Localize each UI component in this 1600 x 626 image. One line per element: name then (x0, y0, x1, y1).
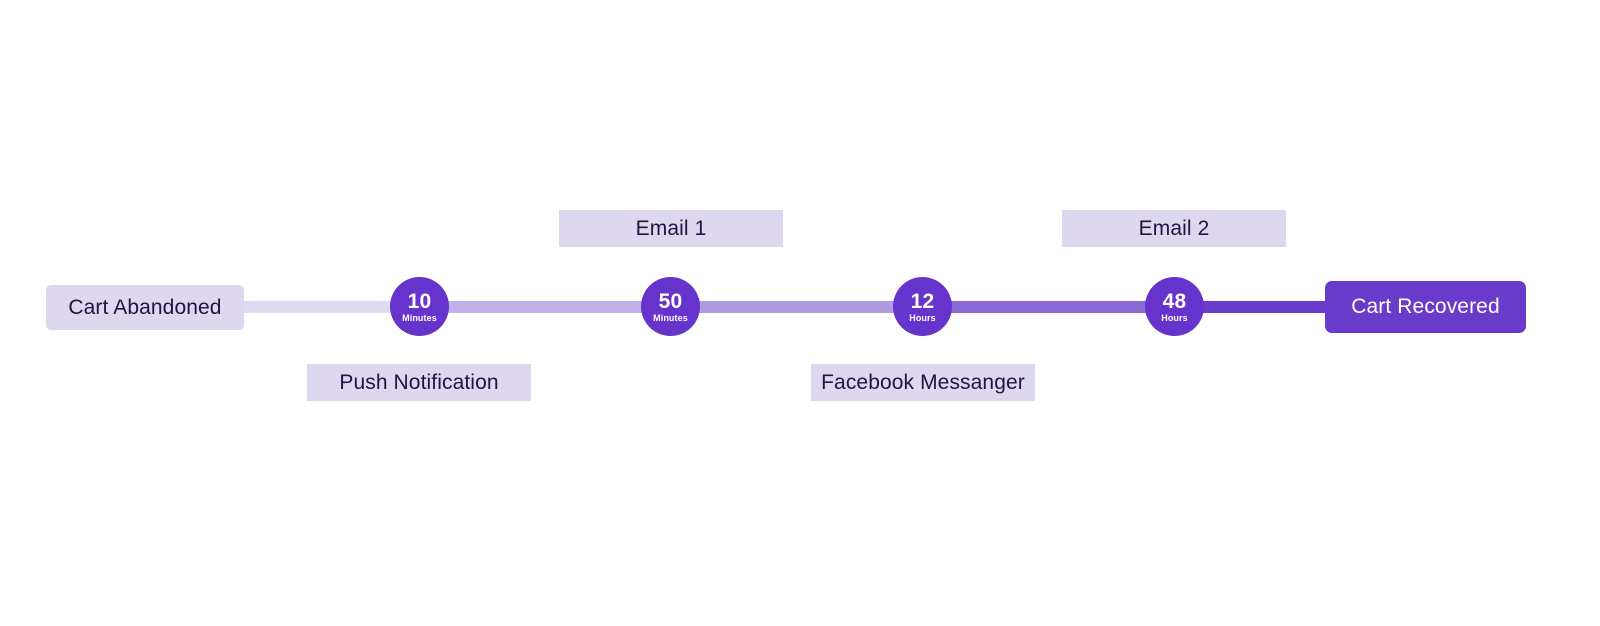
track-segment-1 (244, 301, 406, 313)
track-segment-3 (684, 301, 910, 313)
cart-abandoned-box[interactable]: Cart Abandoned (46, 285, 244, 330)
step-node-1-unit: Minutes (402, 312, 437, 323)
channel-chip-email-2-label: Email 2 (1138, 216, 1210, 240)
cart-recovery-timeline-diagram: Cart Abandoned 10 Minutes 50 Minutes 12 … (0, 0, 1600, 626)
cart-abandoned-label: Cart Abandoned (68, 295, 222, 319)
track-segment-2 (432, 301, 658, 313)
step-node-1[interactable]: 10 Minutes (390, 277, 449, 336)
channel-chip-push-notification[interactable]: Push Notification (307, 364, 531, 401)
channel-chip-email-2[interactable]: Email 2 (1062, 210, 1286, 247)
step-node-2-value: 50 (658, 289, 683, 313)
step-node-3-value: 12 (910, 289, 935, 313)
track-segment-4 (936, 301, 1162, 313)
channel-chip-facebook-messanger-label: Facebook Messanger (821, 370, 1025, 394)
step-node-4-value: 48 (1162, 289, 1187, 313)
channel-chip-email-1-label: Email 1 (635, 216, 707, 240)
step-node-3-unit: Hours (909, 312, 936, 323)
step-node-1-value: 10 (407, 289, 432, 313)
step-node-4-unit: Hours (1161, 312, 1188, 323)
step-node-4[interactable]: 48 Hours (1145, 277, 1204, 336)
channel-chip-facebook-messanger[interactable]: Facebook Messanger (811, 364, 1035, 401)
channel-chip-push-notification-label: Push Notification (339, 370, 499, 394)
cart-recovered-box[interactable]: Cart Recovered (1325, 281, 1526, 333)
cart-recovered-label: Cart Recovered (1351, 295, 1500, 318)
step-node-3[interactable]: 12 Hours (893, 277, 952, 336)
track-segment-5 (1188, 301, 1338, 313)
step-node-2-unit: Minutes (653, 312, 688, 323)
step-node-2[interactable]: 50 Minutes (641, 277, 700, 336)
channel-chip-email-1[interactable]: Email 1 (559, 210, 783, 247)
